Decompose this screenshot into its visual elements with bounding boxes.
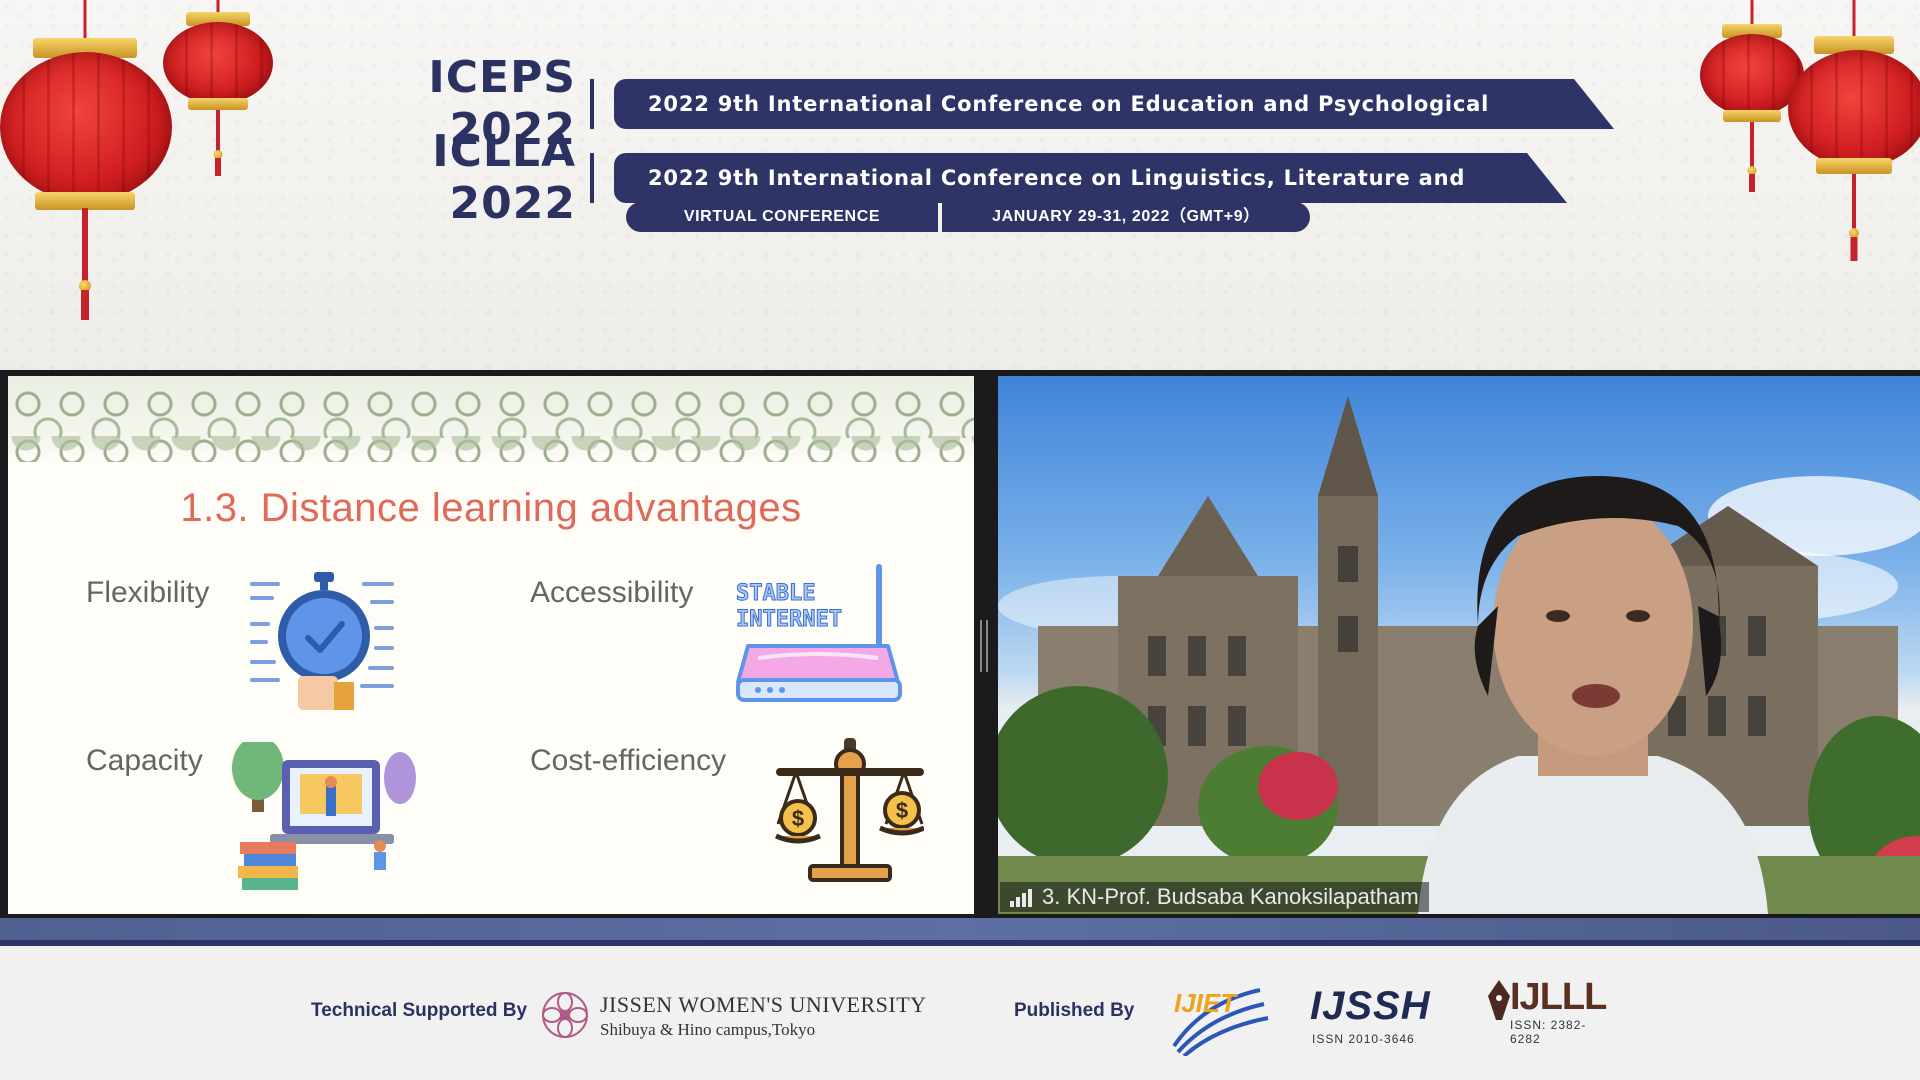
university-campus: Shibuya & Hino campus,Tokyo: [600, 1020, 816, 1039]
journal-name: IJSSH: [1310, 984, 1431, 1028]
pen-nib-icon: [1488, 980, 1510, 1020]
university-name: JISSEN WOMEN'S UNIVERSITY: [600, 992, 927, 1017]
conference-header: ICEPS 2022 2022 9th International Confer…: [0, 0, 1920, 370]
journal-name: IJLLL: [1510, 976, 1607, 1018]
signal-bars-icon: [1010, 887, 1034, 907]
advantage-label-capacity: Capacity: [86, 744, 203, 777]
slide-title: 1.3. Distance learning advantages: [180, 486, 802, 530]
title-separator: [590, 79, 594, 129]
format-pill: VIRTUAL CONFERENCE: [626, 202, 938, 232]
router-icon: STABLE INTERNET: [736, 564, 902, 702]
advantage-label-accessibility: Accessibility: [530, 576, 694, 609]
conference-info-pills: VIRTUAL CONFERENCE JANUARY 29-31, 2022（G…: [626, 202, 1310, 232]
panel-resize-handle[interactable]: [980, 620, 988, 672]
speaker-video: [998, 376, 1920, 914]
journal-logo-ijiet: IJIET: [1164, 972, 1274, 1058]
router-text-internet: INTERNET: [736, 607, 842, 632]
lantern-left-large-icon: [0, 0, 172, 340]
sponsor-footer: Technical Supported By JISSEN WOMEN'S UN…: [0, 946, 1920, 1080]
footer-divider-bar: [0, 918, 1920, 946]
speaker-video-frame: [998, 396, 1920, 914]
journal-issn: ISSN 2010-3646: [1312, 1032, 1415, 1046]
university-crest-icon: [542, 992, 588, 1038]
shared-slide: 1.3. Distance learning advantages Flexib…: [8, 376, 974, 914]
journal-logo-ijlll: IJLLL ISSN: 2382-6282: [1488, 976, 1608, 1056]
journal-issn: ISSN: 2382-6282: [1510, 1018, 1587, 1046]
lantern-right-large-icon: [1788, 0, 1920, 265]
dollar-sign-left: $: [792, 806, 804, 831]
meeting-view: 1.3. Distance learning advantages Flexib…: [0, 370, 1920, 918]
journal-name: IJIET: [1174, 988, 1237, 1018]
dollar-sign-right: $: [896, 798, 908, 823]
lantern-left-small-icon: [163, 0, 273, 180]
floral-border: [8, 376, 974, 462]
advantage-label-cost-efficiency: Cost-efficiency: [530, 744, 727, 777]
journal-logo-ijssh: IJSSH ISSN 2010-3646: [1306, 980, 1446, 1054]
laptop-books-icon: [232, 742, 416, 890]
technical-support-label: Technical Supported By: [311, 1000, 528, 1021]
stopwatch-icon: [250, 572, 394, 710]
title-separator: [590, 153, 594, 203]
participant-name: 3. KN-Prof. Budsaba Kanoksilapatham: [1042, 884, 1419, 909]
participant-name-tag: 3. KN-Prof. Budsaba Kanoksilapatham: [1000, 882, 1429, 912]
conference-full-name: 2022 9th International Conference on Edu…: [614, 79, 1614, 129]
conference-full-name: 2022 9th International Conference on Lin…: [614, 153, 1567, 203]
balance-scale-icon: $ $: [774, 738, 924, 882]
published-by-label: Published By: [1014, 1000, 1135, 1021]
conference-abbr: ICLLA 2022: [432, 126, 576, 229]
advantage-label-flexibility: Flexibility: [86, 576, 210, 609]
date-pill: JANUARY 29-31, 2022（GMT+9）: [942, 202, 1310, 232]
router-text-stable: STABLE: [736, 581, 815, 606]
